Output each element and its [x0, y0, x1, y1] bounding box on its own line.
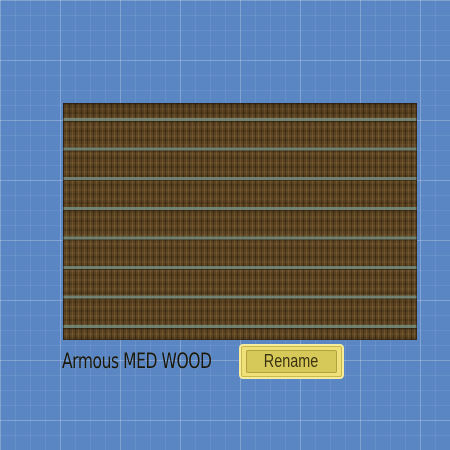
rename-button[interactable]: Rename [239, 344, 344, 379]
rename-button-face[interactable]: Rename [246, 350, 337, 373]
floor-name-label: Armous MED WOOD [62, 349, 212, 373]
rename-button-label: Rename [264, 351, 319, 371]
floor-name-row: Armous MED WOOD [62, 344, 218, 378]
preview-shading [63, 103, 417, 117]
floor-texture-preview [63, 103, 417, 340]
